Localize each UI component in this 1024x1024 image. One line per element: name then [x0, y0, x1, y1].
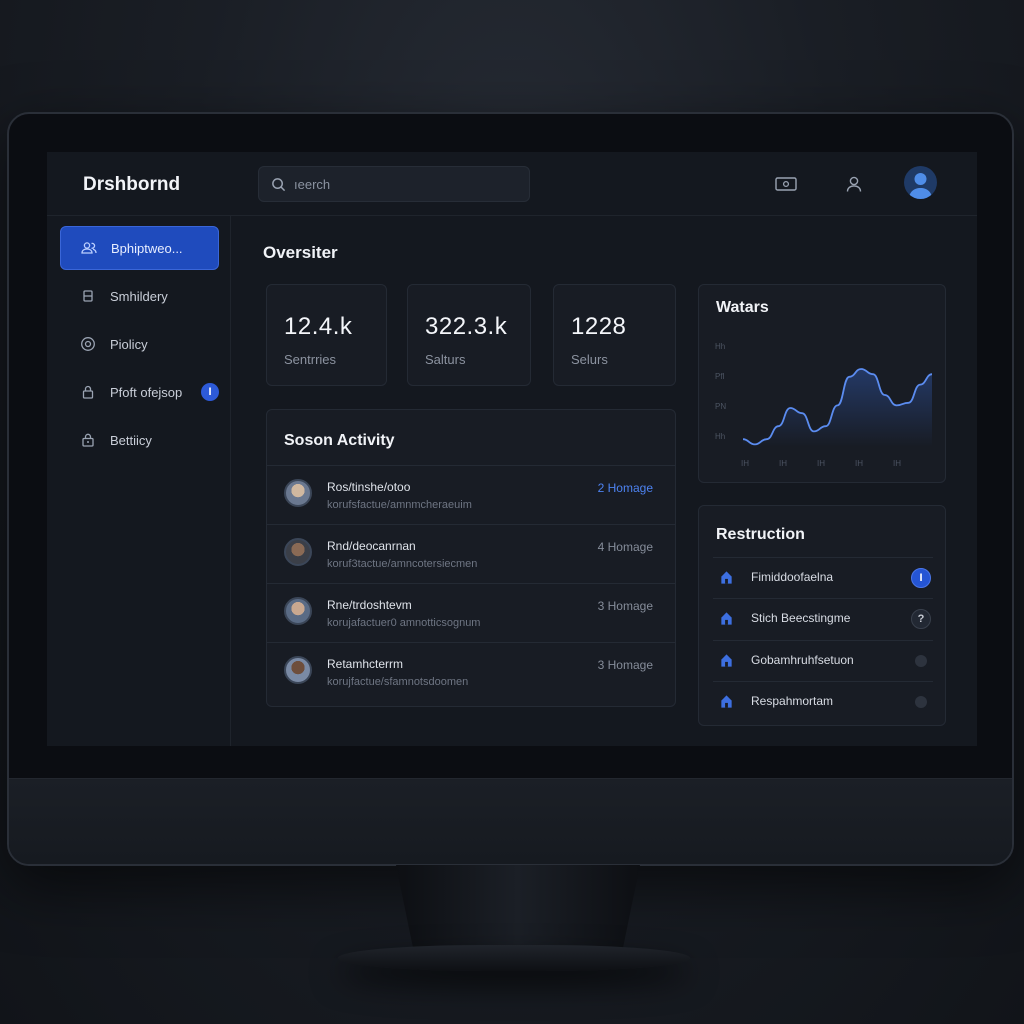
dashboard-screen: Drshbornd ıeerch Bphiptweo... Smhildery … [47, 152, 977, 746]
search-placeholder: ıeerch [294, 176, 331, 192]
list-item[interactable]: Rnd/deocanrnan koruf3tactue/amncotersiec… [267, 524, 675, 582]
activity-row-subtitle: korujafactuer0 amnotticsognum [327, 617, 481, 629]
y-tick-label: PN [715, 402, 726, 411]
list-item[interactable]: Fimiddoofaelna I [713, 557, 933, 598]
list-item[interactable]: Stich Beecstingme? [713, 598, 933, 639]
stat-label: Selurs [571, 352, 608, 367]
activity-card: Soson Activity Ros/tinshe/otoo korufsfac… [266, 409, 676, 707]
list-item[interactable]: Ros/tinshe/otoo korufsfactue/amnmcheraeu… [267, 465, 675, 523]
x-tick-label: IH [893, 459, 901, 468]
list-item[interactable]: Gobamhruhfsetuon [713, 640, 933, 681]
stat-card-1[interactable]: 12.4.k Sentrries [266, 284, 387, 386]
users-icon [81, 242, 97, 254]
sidebar-item-label: Bphiptweo... [111, 240, 183, 256]
stat-card-2[interactable]: 322.3.k Salturs [407, 284, 531, 386]
activity-row-title: Ros/tinshe/otoo [327, 480, 411, 494]
activity-row-meta: 3 Homage [597, 599, 653, 613]
stat-value: 1228 [571, 313, 627, 340]
sidebar-item-2[interactable]: Smhildery [60, 274, 219, 318]
sidebar: Bphiptweo... Smhildery Piolicy Pfoft ofe… [47, 216, 231, 746]
activity-row-title: Rne/trdoshtevm [327, 598, 412, 612]
stat-card-3[interactable]: 1228 Selurs [553, 284, 676, 386]
activity-row-subtitle: korufsfactue/amnmcheraeuim [327, 499, 472, 511]
avatar [284, 538, 312, 566]
target-icon [81, 337, 95, 351]
activity-row-meta: 2 Homage [597, 481, 653, 495]
avatar[interactable] [904, 166, 937, 199]
restriction-card: Restruction Fimiddoofaelna I Stich Beecsti… [698, 505, 946, 726]
stat-value: 322.3.k [425, 313, 508, 340]
x-tick-label: IH [855, 459, 863, 468]
sidebar-item-label: Smhildery [110, 288, 168, 304]
sidebar-item-4[interactable]: Pfoft ofejsop I [60, 370, 219, 414]
avatar [284, 597, 312, 625]
sidebar-item-label: Bettiicy [110, 432, 152, 448]
display-icon[interactable] [774, 172, 798, 196]
activity-row-meta: 4 Homage [597, 540, 653, 554]
search-icon [272, 177, 286, 191]
x-tick-label: IH [817, 459, 825, 468]
y-tick-label: Hh [715, 432, 725, 441]
top-bar: Drshbornd ıeerch [47, 152, 977, 216]
area-chart: Hh PfI PN Hh IH IH IH IH IH [715, 342, 933, 468]
user-icon[interactable] [842, 172, 866, 196]
activity-row-title: Rnd/deocanrnan [327, 539, 416, 553]
overview-title: Oversiter [263, 243, 338, 262]
sidebar-item-1[interactable]: Bphiptweo... [60, 226, 219, 270]
activity-row-title: Retamhcterrm [327, 657, 404, 671]
stat-label: Salturs [425, 352, 466, 367]
restriction-label: Stich Beecstingme [751, 611, 851, 625]
restriction-label: Gobamhruhfsetuon [751, 653, 854, 667]
lock-icon [82, 385, 94, 399]
list-item[interactable]: Retamhcterrm korujfactue/sfamnotsdoomen … [267, 642, 675, 700]
status-toggle[interactable]: ? [911, 609, 931, 629]
sidebar-item-label: Piolicy [110, 336, 148, 352]
list-item[interactable]: Respahmortam [713, 681, 933, 722]
avatar [284, 479, 312, 507]
sidebar-item-label: Pfoft ofejsop [110, 384, 183, 400]
list-item[interactable]: Rne/trdoshtevm korujafactuer0 amnotticso… [267, 583, 675, 641]
y-tick-label: Hh [715, 342, 725, 351]
x-tick-label: IH [779, 459, 787, 468]
restriction-label: Fimiddoofaelna [751, 570, 834, 584]
activity-title: Soson Activity [284, 432, 395, 449]
restriction-title: Restruction [716, 526, 805, 543]
restriction-label: Respahmortam [751, 694, 834, 708]
notification-badge: I [201, 383, 219, 401]
avatar [284, 656, 312, 684]
brand-title: Drshbornd [83, 174, 181, 195]
x-tick-label: IH [741, 459, 749, 468]
home-icon [721, 571, 732, 584]
chart-card: Watars Hh PfI PN Hh IH IH IH IH IH [698, 284, 946, 483]
y-tick-label: PfI [715, 372, 725, 381]
activity-row-subtitle: koruf3tactue/amncotersiecmen [327, 558, 478, 570]
home-icon [721, 695, 732, 708]
status-toggle[interactable] [915, 655, 927, 667]
activity-row-meta: 3 Homage [597, 658, 653, 672]
stat-label: Sentrries [284, 352, 337, 367]
stat-value: 12.4.k [284, 313, 353, 340]
monitor-stand-base [338, 945, 690, 971]
home-icon [721, 654, 732, 667]
status-toggle[interactable]: I [911, 568, 931, 588]
lock-icon [82, 433, 94, 447]
sidebar-item-5[interactable]: Bettiicy [60, 418, 219, 462]
home-icon [721, 612, 732, 625]
sidebar-item-3[interactable]: Piolicy [60, 322, 219, 366]
monitor-chin [9, 778, 1012, 864]
status-toggle[interactable] [915, 696, 927, 708]
search-input[interactable]: ıeerch [258, 166, 530, 202]
box-icon [83, 290, 93, 302]
activity-row-subtitle: korujfactue/sfamnotsdoomen [327, 676, 469, 688]
